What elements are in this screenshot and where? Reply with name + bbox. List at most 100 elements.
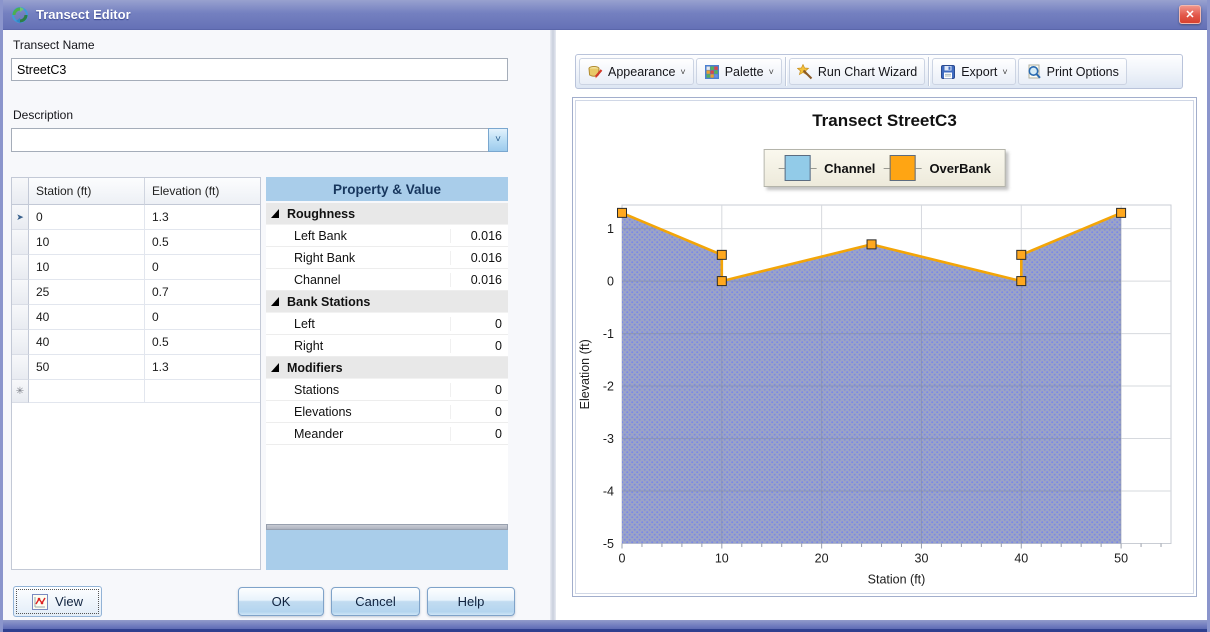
- property-label: Meander: [266, 427, 450, 441]
- table-row: 40 0: [12, 305, 260, 330]
- chart-panel: Appearance ˅ Palette ˅: [556, 30, 1207, 620]
- chart-frame: 0102030405010-1-2-3-4-5 Station (ft) Ele…: [572, 97, 1197, 597]
- cell-station[interactable]: 0: [29, 205, 145, 230]
- category-roughness[interactable]: Roughness: [266, 203, 508, 225]
- svg-text:40: 40: [1014, 552, 1028, 566]
- chart-legend: Channel OverBank: [763, 149, 1006, 187]
- property-row: Elevations 0: [266, 401, 508, 423]
- svg-text:0: 0: [619, 552, 626, 566]
- new-row-selector[interactable]: ✳: [12, 380, 29, 403]
- cell-elevation[interactable]: 1.3: [145, 355, 260, 380]
- cancel-button[interactable]: Cancel: [331, 587, 420, 616]
- description-combobox: ˅: [11, 128, 508, 152]
- cell-station[interactable]: 50: [29, 355, 145, 380]
- view-button-label: View: [55, 594, 83, 609]
- table-new-row: ✳: [12, 380, 260, 403]
- row-selector[interactable]: [12, 280, 29, 305]
- svg-text:-5: -5: [603, 537, 614, 551]
- svg-text:1: 1: [607, 222, 614, 236]
- overbank-swatch: [889, 155, 915, 181]
- cell-elevation[interactable]: 0: [145, 305, 260, 330]
- row-selector[interactable]: [12, 255, 29, 280]
- svg-text:50: 50: [1114, 552, 1128, 566]
- property-description-box: [266, 530, 508, 570]
- app-icon: [11, 6, 29, 24]
- column-header-elevation[interactable]: Elevation (ft): [145, 178, 260, 205]
- property-value[interactable]: 0.016: [450, 229, 508, 243]
- collapse-triangle-icon: [271, 297, 280, 306]
- row-selector[interactable]: ➤: [12, 205, 29, 230]
- property-value[interactable]: 0: [450, 427, 508, 441]
- category-label: Modifiers: [287, 361, 343, 375]
- property-value[interactable]: 0: [450, 339, 508, 353]
- property-value[interactable]: 0: [450, 405, 508, 419]
- save-disk-icon: [940, 64, 956, 80]
- new-row-icon: ✳: [16, 386, 24, 397]
- stations-table: Station (ft) Elevation (ft) ➤ 0 1.3 10 0…: [11, 177, 261, 570]
- cell-elevation[interactable]: 0.5: [145, 230, 260, 255]
- property-label: Right Bank: [266, 251, 450, 265]
- property-value[interactable]: 0: [450, 383, 508, 397]
- cell-elevation-new[interactable]: [145, 380, 260, 403]
- description-dropdown-button[interactable]: ˅: [488, 128, 508, 152]
- property-row: Right Bank 0.016: [266, 247, 508, 269]
- cell-station[interactable]: 40: [29, 330, 145, 355]
- transect-name-input[interactable]: [11, 58, 508, 81]
- export-button[interactable]: Export ˅: [932, 58, 1015, 85]
- cell-station[interactable]: 10: [29, 255, 145, 280]
- left-panel: Transect Name Description ˅ Station (ft)…: [3, 30, 550, 620]
- property-row: Left 0: [266, 313, 508, 335]
- legend-label: Channel: [824, 161, 875, 176]
- svg-text:-4: -4: [603, 485, 614, 499]
- svg-text:-3: -3: [603, 432, 614, 446]
- svg-text:10: 10: [715, 552, 729, 566]
- run-chart-wizard-label: Run Chart Wizard: [818, 65, 917, 79]
- table-row: ➤ 0 1.3: [12, 205, 260, 230]
- category-label: Bank Stations: [287, 295, 370, 309]
- row-selector[interactable]: [12, 355, 29, 380]
- appearance-button[interactable]: Appearance ˅: [579, 58, 694, 85]
- svg-text:0: 0: [607, 275, 614, 289]
- column-header-station[interactable]: Station (ft): [29, 178, 145, 205]
- close-button[interactable]: ✕: [1179, 5, 1201, 24]
- run-chart-wizard-button[interactable]: Run Chart Wizard: [789, 58, 925, 85]
- property-value[interactable]: 0: [450, 317, 508, 331]
- category-modifiers[interactable]: Modifiers: [266, 357, 508, 379]
- channel-swatch: [784, 155, 810, 181]
- help-button[interactable]: Help: [427, 587, 515, 616]
- row-selector[interactable]: [12, 230, 29, 255]
- property-value[interactable]: 0.016: [450, 251, 508, 265]
- print-options-button[interactable]: Print Options: [1018, 58, 1127, 85]
- row-selector[interactable]: [12, 305, 29, 330]
- print-options-label: Print Options: [1047, 65, 1119, 79]
- appearance-label: Appearance: [608, 65, 675, 79]
- cell-elevation[interactable]: 0.5: [145, 330, 260, 355]
- row-selector[interactable]: [12, 330, 29, 355]
- cell-station[interactable]: 40: [29, 305, 145, 330]
- transect-editor-window: Transect Editor ✕ Transect Name Descript…: [0, 0, 1210, 632]
- chevron-down-icon: ˅: [769, 67, 774, 77]
- ok-button[interactable]: OK: [238, 587, 324, 616]
- window-bottom-border: [3, 620, 1207, 632]
- property-row: Right 0: [266, 335, 508, 357]
- cell-elevation[interactable]: 0: [145, 255, 260, 280]
- category-bank-stations[interactable]: Bank Stations: [266, 291, 508, 313]
- appearance-icon: [587, 64, 603, 80]
- collapse-triangle-icon: [271, 209, 280, 218]
- palette-label: Palette: [725, 65, 764, 79]
- cell-station-new[interactable]: [29, 380, 145, 403]
- palette-button[interactable]: Palette ˅: [696, 58, 782, 85]
- palette-icon: [704, 64, 720, 80]
- legend-item-overbank[interactable]: OverBank: [883, 155, 990, 181]
- view-button[interactable]: View: [13, 586, 102, 617]
- transect-name-label: Transect Name: [13, 38, 95, 52]
- legend-item-channel[interactable]: Channel: [778, 155, 875, 181]
- cell-station[interactable]: 10: [29, 230, 145, 255]
- cell-station[interactable]: 25: [29, 280, 145, 305]
- property-value[interactable]: 0.016: [450, 273, 508, 287]
- table-header-row: Station (ft) Elevation (ft): [12, 178, 260, 205]
- export-label: Export: [961, 65, 997, 79]
- cell-elevation[interactable]: 1.3: [145, 205, 260, 230]
- description-input[interactable]: [11, 128, 488, 152]
- cell-elevation[interactable]: 0.7: [145, 280, 260, 305]
